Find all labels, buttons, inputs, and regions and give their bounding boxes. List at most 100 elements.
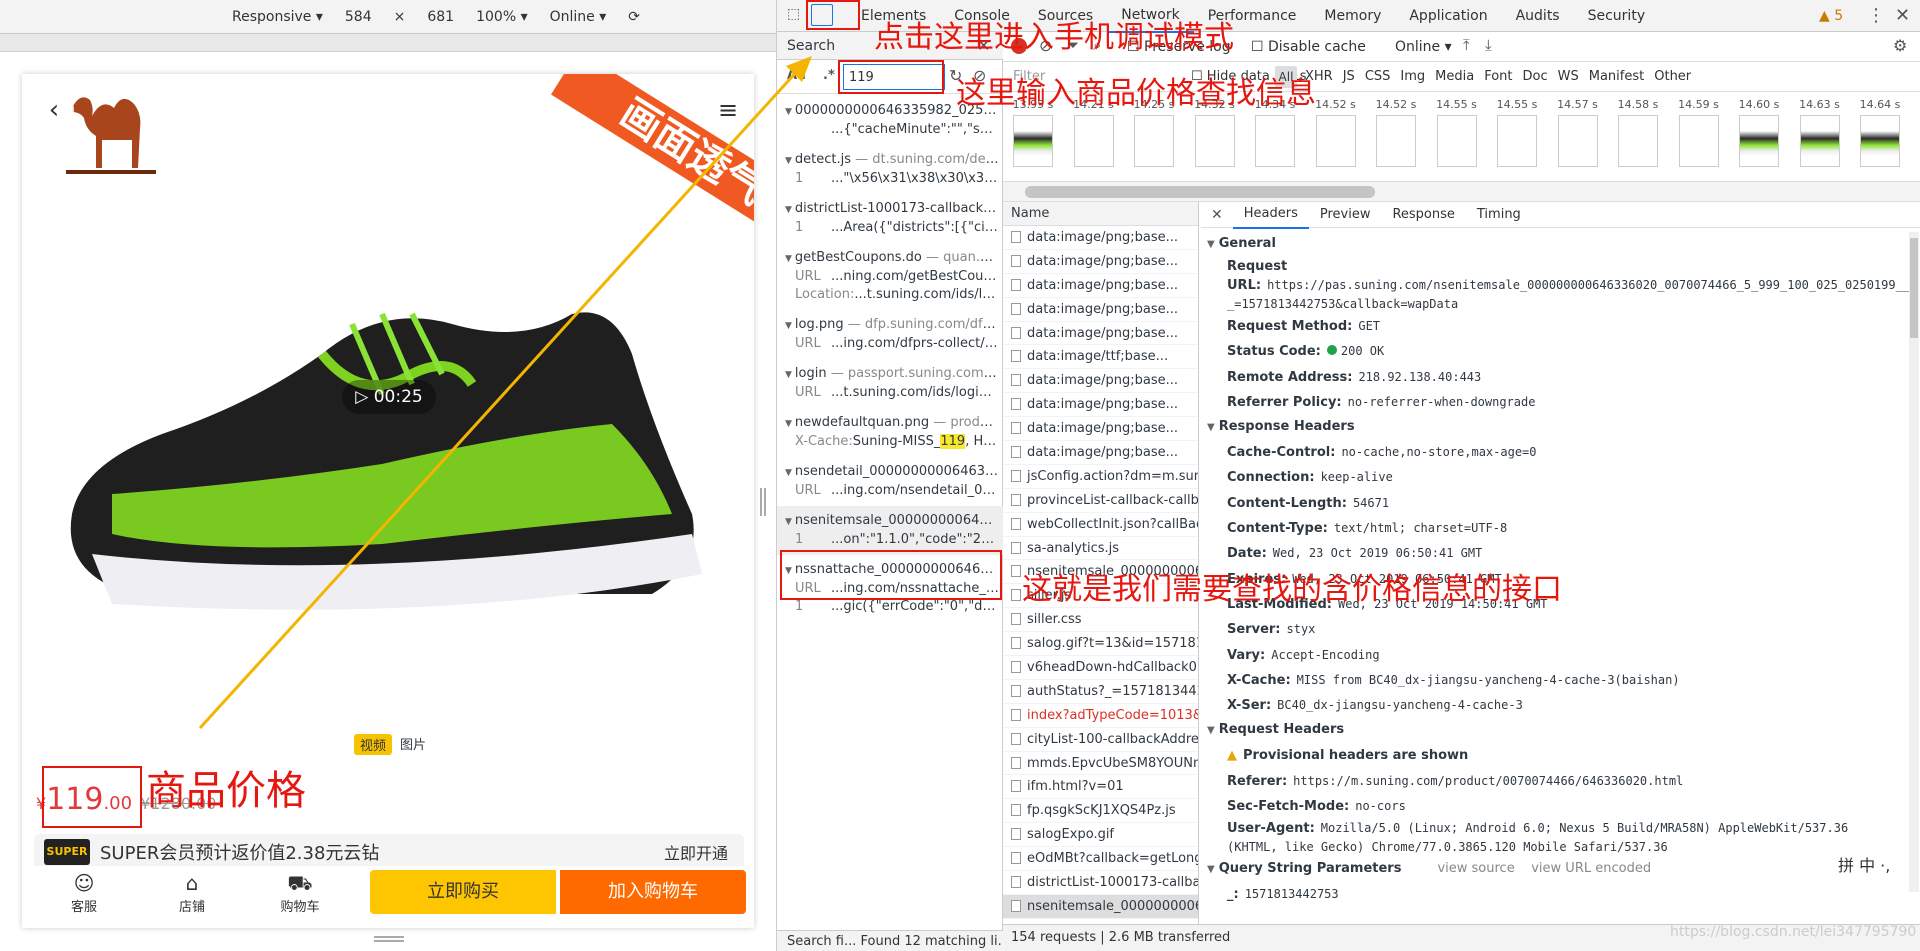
network-throttle-select[interactable]: Online ▾ xyxy=(550,9,607,25)
gear-icon[interactable]: ⚙ xyxy=(1893,36,1907,55)
zoom-select[interactable]: 100% ▾ xyxy=(476,9,528,25)
viewport-height-input[interactable]: 681 xyxy=(427,9,454,25)
filmstrip-frame[interactable]: 14.59 s xyxy=(1675,98,1723,167)
close-details-icon[interactable]: ✕ xyxy=(1201,207,1233,223)
menu-icon[interactable]: ≡ xyxy=(708,90,748,130)
viewport-width-input[interactable]: 584 xyxy=(345,9,372,25)
filmstrip-frame[interactable]: 14.57 s xyxy=(1554,98,1602,167)
search-result[interactable]: ▼login — passport.suning.com/ids... URL..… xyxy=(777,359,1003,408)
filmstrip-frame[interactable]: 14.64 s xyxy=(1856,98,1904,167)
match-case-button[interactable]: Aa xyxy=(787,68,806,83)
warning-count-badge[interactable]: ▲ 5 xyxy=(1819,0,1843,32)
view-source-link[interactable]: view source xyxy=(1437,861,1514,876)
view-url-encoded-link[interactable]: view URL encoded xyxy=(1531,861,1651,876)
search-result-line[interactable]: URL...ing.com/nsendetail_0000... xyxy=(785,482,999,500)
name-column-header[interactable]: Name xyxy=(1003,202,1198,226)
tab-memory[interactable]: Memory xyxy=(1310,0,1395,32)
type-filter-img[interactable]: Img xyxy=(1400,69,1425,84)
more-options-icon[interactable]: ⋮ xyxy=(1867,0,1885,32)
tab-audits[interactable]: Audits xyxy=(1502,0,1574,32)
request-row[interactable]: data:image/ttf;base... xyxy=(1003,345,1198,370)
search-result-line[interactable]: URL...ing.com/dfprs-collect/fp/l... xyxy=(785,335,999,353)
type-filter-ws[interactable]: WS xyxy=(1558,69,1579,84)
close-devtools-icon[interactable]: ✕ xyxy=(1895,0,1910,32)
tab-timing[interactable]: Timing xyxy=(1466,202,1532,228)
request-row[interactable]: mmds.EpvcUbeSM8YOUNm. xyxy=(1003,752,1198,776)
regex-button[interactable]: .* xyxy=(823,68,835,83)
search-result-line[interactable]: X-Cache:Suning-MISS_119, HIT ... xyxy=(785,433,999,451)
request-row[interactable]: ifm.html?v=01 xyxy=(1003,775,1198,800)
inspect-element-icon[interactable]: ⬚ xyxy=(787,6,805,24)
type-filter-media[interactable]: Media xyxy=(1435,69,1474,84)
general-section-title[interactable]: ▼ General xyxy=(1201,232,1913,257)
request-row[interactable]: data:image/png;base... xyxy=(1003,417,1198,442)
filmstrip-frame[interactable]: 14.52 s xyxy=(1312,98,1360,167)
request-row[interactable]: fp.qsgkScKJ1XQS4Pz.js xyxy=(1003,799,1198,824)
back-button[interactable]: ‹ xyxy=(34,90,74,130)
export-har-icon[interactable]: ⤓ xyxy=(1485,36,1492,54)
viewport-resize-handle[interactable] xyxy=(760,488,766,516)
filmstrip-frame[interactable]: 14.55 s xyxy=(1493,98,1541,167)
request-row[interactable]: data:image/png;base... xyxy=(1003,393,1198,418)
request-row[interactable]: provinceList-callback-callbac xyxy=(1003,489,1198,513)
search-result[interactable]: ▼districtList-1000173-callbackAddr... 1..… xyxy=(777,194,1003,243)
filmstrip-frame[interactable]: 14.52 s xyxy=(1372,98,1420,167)
request-row[interactable]: siller.css xyxy=(1003,608,1198,633)
buy-now-button[interactable]: 立即购买 xyxy=(370,870,556,914)
tab-security[interactable]: Security xyxy=(1574,0,1660,32)
request-row[interactable]: jsConfig.action?dm=m.sunin xyxy=(1003,465,1198,489)
request-row[interactable]: v6headDown-hdCallback0.js xyxy=(1003,656,1198,680)
tab-headers[interactable]: Headers xyxy=(1232,202,1309,229)
search-result-line[interactable]: URL...ning.com/getBestCoupon... xyxy=(785,268,999,286)
search-result[interactable]: ▼newdefaultquan.png — product.... X-Cache… xyxy=(777,408,1003,457)
tab-images[interactable]: 图片 xyxy=(400,734,426,755)
request-row[interactable]: data:image/png;base... xyxy=(1003,369,1198,394)
request-row[interactable]: data:image/png;base... xyxy=(1003,441,1198,465)
search-result-line[interactable]: 1...gic({"errCode":"0","data":{"su... xyxy=(785,598,999,616)
tab-application[interactable]: Application xyxy=(1395,0,1501,32)
query-string-title[interactable]: ▼ Query String Parameters view source view… xyxy=(1201,857,1913,882)
type-filter-other[interactable]: Other xyxy=(1654,69,1691,84)
request-row[interactable]: eOdMBt?callback=getLongU xyxy=(1003,847,1198,872)
cart-button[interactable]: ⛟ 购物车 xyxy=(270,870,330,915)
search-result[interactable]: ▼detect.js — dt.suning.com/detect... 1...… xyxy=(777,145,1003,194)
import-har-icon[interactable]: ⤒ xyxy=(1463,36,1470,54)
tab-response[interactable]: Response xyxy=(1381,202,1465,228)
search-result[interactable]: ▼nsenitemsale_000000000646336... 1...on":… xyxy=(777,506,1003,555)
request-row[interactable]: data:image/png;base... xyxy=(1003,322,1198,346)
type-filter-css[interactable]: CSS xyxy=(1365,69,1391,84)
request-row[interactable]: cityList-100-callbackAddress xyxy=(1003,728,1198,752)
search-result-line[interactable]: URL...t.suning.com/ids/login?se... xyxy=(785,384,999,402)
search-result[interactable]: ▼nsendetail_0000000000646336020... URL...… xyxy=(777,457,1003,506)
search-result-line[interactable]: 1..."\x56\x31\x38\x30\x39\x30\... xyxy=(785,170,999,188)
device-mode-select[interactable]: Responsive ▾ xyxy=(232,9,323,25)
request-row[interactable]: districtList-1000173-callback xyxy=(1003,871,1198,895)
request-row[interactable]: data:image/png;base... xyxy=(1003,250,1198,274)
request-row[interactable]: nsenitemsale_000000000646 xyxy=(1003,894,1198,919)
request-row[interactable]: data:image/png;base... xyxy=(1003,298,1198,322)
filmstrip-frame[interactable]: 14.60 s xyxy=(1735,98,1783,167)
type-filter-manifest[interactable]: Manifest xyxy=(1589,69,1644,84)
type-filter-js[interactable]: JS xyxy=(1343,69,1355,84)
search-result[interactable]: ▼ log.png — dfp.suning.com/dfprs... URL...… xyxy=(777,310,1003,359)
tab-video[interactable]: 视频 xyxy=(354,734,393,755)
filmstrip-frame[interactable]: 14.63 s xyxy=(1796,98,1844,167)
disable-cache-checkbox[interactable]: ☐ Disable cache xyxy=(1251,39,1366,55)
request-row[interactable]: salog.gif?t=13&id=1571813 xyxy=(1003,632,1198,657)
super-open-link[interactable]: 立即开通 xyxy=(664,840,728,864)
add-to-cart-button[interactable]: 加入购物车 xyxy=(560,870,746,914)
details-scroll-thumb[interactable] xyxy=(1910,238,1918,338)
filmstrip-scroll-thumb[interactable] xyxy=(1025,186,1375,198)
search-result-line[interactable]: ...{"cacheMinute":"","saleInfo":[... xyxy=(785,121,999,139)
search-result-line[interactable]: Location:...t.suning.com/ids/log... xyxy=(785,286,999,304)
request-headers-title[interactable]: ▼ Request Headers xyxy=(1201,718,1913,743)
filmstrip-frame[interactable]: 14.55 s xyxy=(1433,98,1481,167)
video-play-button[interactable]: ▷ 00:25 xyxy=(342,380,436,414)
viewport-resize-bottom-handle[interactable] xyxy=(374,936,404,942)
type-filter-doc[interactable]: Doc xyxy=(1523,69,1548,84)
request-row[interactable]: webCollectInit.json?callBack. xyxy=(1003,513,1198,537)
type-filter-font[interactable]: Font xyxy=(1484,69,1512,84)
rotate-icon[interactable]: ⟳ xyxy=(628,9,640,25)
search-result-line[interactable]: 1...on":"1.1.0","code":"200","dat... xyxy=(785,531,999,549)
request-row[interactable]: data:image/png;base... xyxy=(1003,226,1198,250)
